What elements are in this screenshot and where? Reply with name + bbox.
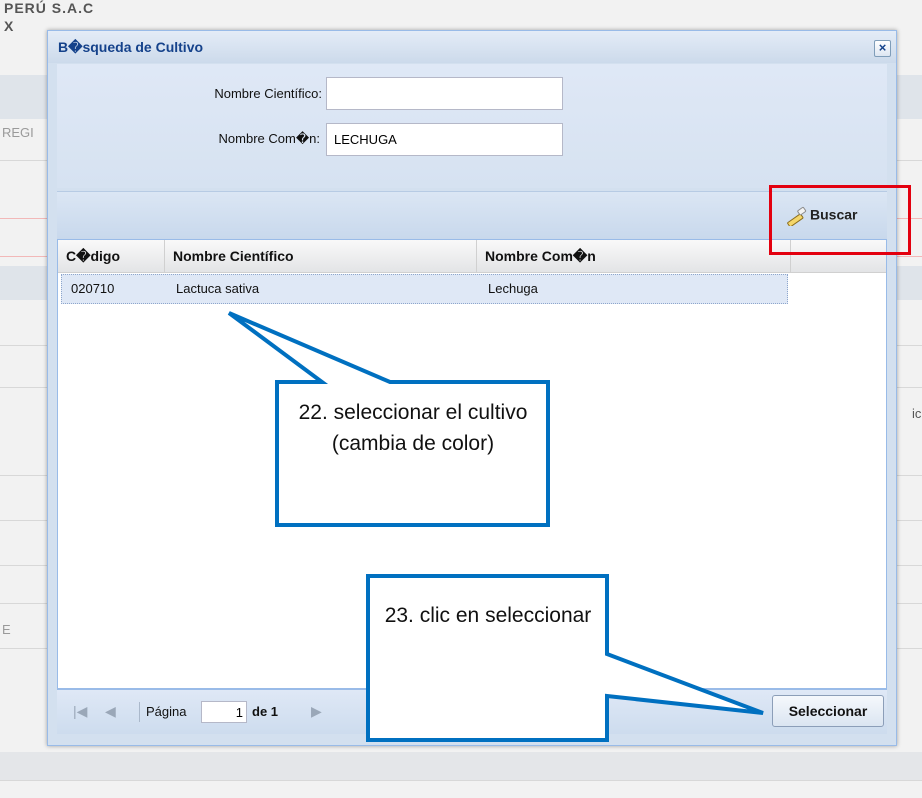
nombre-cientifico-label: Nombre Científico:: [214, 86, 322, 101]
callout-select-crop: 22. seleccionar el cultivo (cambia de co…: [298, 401, 528, 455]
highlight-box: [769, 185, 911, 255]
background-company-title: PERÚ S.A.C: [4, 0, 95, 16]
cell-nombre-cientifico: Lactuca sativa: [176, 281, 260, 296]
search-form: Nombre Científico: Nombre Com�n:: [57, 64, 887, 188]
pager-separator: [139, 702, 140, 722]
page-number-input[interactable]: [201, 701, 247, 723]
nombre-comun-label: Nombre Com�n:: [218, 131, 320, 146]
crop-search-dialog: B�squeda de Cultivo × Nombre Científico:…: [47, 30, 897, 746]
first-page-icon[interactable]: |◀: [73, 703, 87, 720]
page-total-label: de 1: [252, 704, 279, 719]
background-text-e: E: [2, 622, 11, 637]
column-header-nombre-cientifico[interactable]: Nombre Científico: [165, 240, 477, 272]
background-band: [0, 752, 922, 780]
close-icon[interactable]: ×: [874, 40, 891, 57]
background-text-x: X: [4, 18, 14, 34]
cell-nombre-comun: Lechuga: [488, 281, 538, 296]
background-divider: [0, 780, 922, 781]
paging-toolbar: |◀ ◀ Página de 1 ▶ Seleccionar: [57, 689, 887, 734]
dialog-header: B�squeda de Cultivo ×: [48, 31, 896, 63]
dialog-title: B�squeda de Cultivo: [58, 39, 204, 55]
seleccionar-button[interactable]: Seleccionar: [772, 695, 884, 727]
nombre-cientifico-input[interactable]: [326, 77, 563, 110]
nombre-comun-input[interactable]: [326, 123, 563, 156]
next-page-icon[interactable]: ▶: [311, 703, 322, 720]
prev-page-icon[interactable]: ◀: [105, 703, 116, 720]
page-label: Página: [146, 704, 187, 719]
background-text-right: ic: [912, 406, 922, 421]
grid-header: C�digo Nombre Científico Nombre Com�n: [58, 240, 886, 273]
callout-click-select: 23. clic en seleccionar: [384, 604, 592, 627]
search-toolbar: Buscar: [57, 191, 887, 240]
column-header-nombre-comun[interactable]: Nombre Com�n: [477, 240, 791, 272]
column-header-codigo[interactable]: C�digo: [58, 240, 165, 272]
table-row[interactable]: 020710 Lactuca sativa Lechuga: [61, 274, 788, 304]
background-text-regi: REGI: [2, 125, 34, 140]
cell-codigo: 020710: [71, 281, 115, 296]
